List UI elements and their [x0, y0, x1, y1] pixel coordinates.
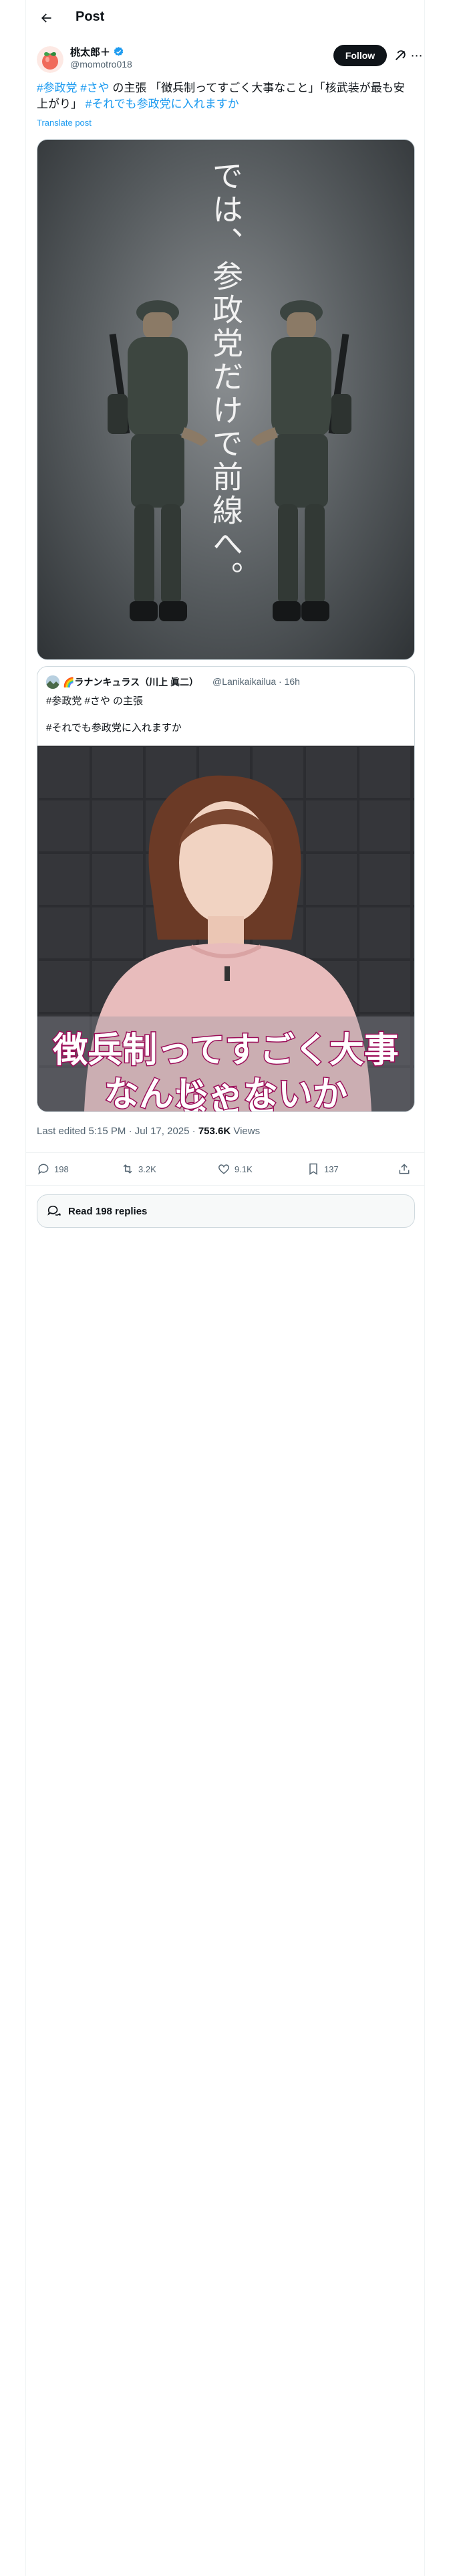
reply-count: 198 — [54, 1164, 69, 1174]
post-timestamp[interactable]: Last edited 5:15 PM · Jul 17, 2025 · 753… — [37, 1125, 260, 1137]
author-handle[interactable]: @momotro018 — [70, 59, 132, 70]
follow-button[interactable]: Follow — [333, 45, 387, 66]
page-title: Post — [76, 9, 105, 24]
translate-post-link[interactable]: Translate post — [37, 118, 92, 128]
landscape-avatar-icon — [46, 675, 59, 689]
poster-vertical-text: では、参政党だけで前線へ。 — [208, 160, 244, 595]
author-name[interactable]: 桃太郎＋ — [70, 45, 110, 59]
subtitle-line: なんじゃないか — [103, 1075, 348, 1112]
bookmark-count: 137 — [324, 1164, 339, 1174]
more-options-button[interactable]: ⋯ — [410, 48, 424, 63]
post-image[interactable]: では、参政党だけで前線へ。 — [37, 139, 415, 660]
quote-author-handle: @Lanikaikailua · 16h — [212, 676, 300, 687]
post-text: #参政党 #さや の主張 「徴兵制ってすごく大事なこと」「核武装が最も安上がり」… — [37, 80, 415, 112]
avatar[interactable] — [37, 46, 63, 73]
reply-button[interactable]: 198 — [37, 1161, 69, 1177]
share-icon — [399, 1164, 410, 1174]
repost-icon — [123, 1164, 132, 1174]
action-bar: 198 3.2K 9.1K 137 — [26, 1152, 424, 1186]
grok-button[interactable] — [393, 48, 408, 63]
quote-text-line: #それでも参政党に入れますか — [46, 722, 182, 734]
edited-timestamp[interactable]: Last edited 5:15 PM · Jul 17, 2025 · — [37, 1125, 198, 1137]
repost-count: 3.2K — [138, 1164, 156, 1174]
hashtag-link[interactable]: #さや — [80, 82, 109, 94]
hashtag-link[interactable]: #それでも参政党に入れますか — [86, 98, 239, 110]
grok-icon — [395, 50, 406, 61]
quote-video-frame[interactable]: 徴兵制ってすごく大事なこと なんじゃないか — [37, 746, 414, 1111]
verified-badge-icon — [114, 47, 124, 56]
back-button[interactable] — [37, 9, 55, 27]
share-button[interactable] — [398, 1161, 411, 1177]
quote-text-line: #参政党 #さや の主張 — [46, 695, 144, 707]
reply-icon — [38, 1164, 49, 1175]
chat-bubbles-icon — [47, 1205, 61, 1216]
more-dots-icon: ⋯ — [410, 48, 424, 62]
top-bar: Post — [26, 0, 424, 35]
quoted-post[interactable]: 🌈ラナンキュラス（川上 眞二） @Lanikaikailua · 16h #参政… — [37, 666, 415, 1112]
quote-author-name: 🌈ラナンキュラス（川上 眞二） — [63, 677, 199, 687]
bookmark-button[interactable]: 137 — [307, 1161, 339, 1177]
quote-avatar — [46, 675, 59, 689]
hashtag-link[interactable]: #参政党 — [37, 82, 77, 94]
like-button[interactable]: 9.1K — [217, 1161, 253, 1177]
repost-button[interactable]: 3.2K — [121, 1161, 156, 1177]
subtitle-band: 徴兵制ってすごく大事なこと なんじゃないか — [37, 1016, 414, 1111]
views-label: Views — [231, 1125, 261, 1137]
read-replies-button[interactable]: Read 198 replies — [37, 1194, 415, 1228]
bookmark-icon — [309, 1163, 317, 1175]
peach-avatar-icon — [37, 46, 63, 73]
soldiers-poster-image: では、参政党だけで前線へ。 — [108, 160, 351, 621]
like-count: 9.1K — [235, 1164, 253, 1174]
views-count: 753.6K — [198, 1125, 231, 1137]
read-replies-label: Read 198 replies — [68, 1205, 148, 1217]
heart-icon — [218, 1164, 230, 1174]
main-column: Post 桃太郎＋ @momotro018 Follow ⋯ #参政党 #さや … — [25, 0, 425, 2576]
author-name-row[interactable]: 桃太郎＋ — [70, 45, 124, 59]
arrow-left-icon — [41, 13, 51, 23]
